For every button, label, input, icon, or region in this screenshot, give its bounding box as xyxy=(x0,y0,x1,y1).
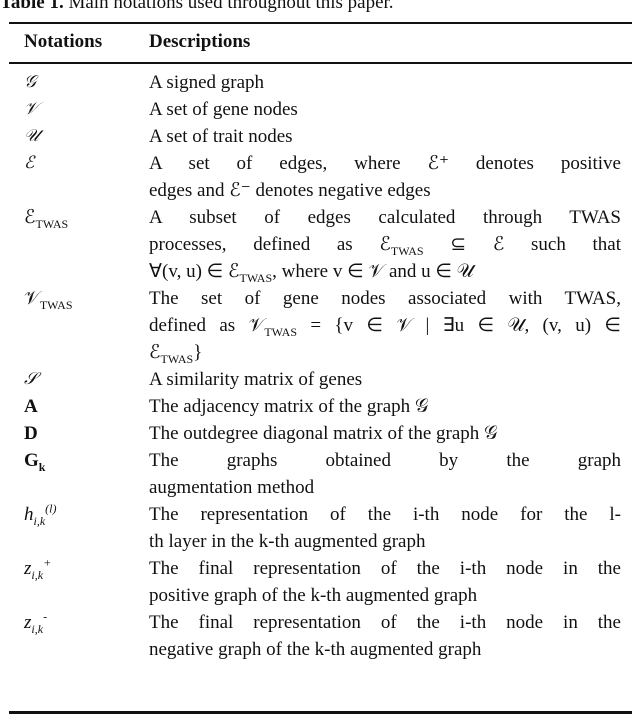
description-cell: The final representation of the i-th nod… xyxy=(149,558,621,606)
description-cell: The final representation of the i-th nod… xyxy=(149,612,621,660)
header-notations: Notations xyxy=(24,31,103,52)
table-row: A The adjacency matrix of the graph 𝒢 xyxy=(0,393,632,420)
header-rule xyxy=(9,62,632,64)
top-rule xyxy=(9,22,632,24)
notation-cell: A xyxy=(24,396,38,417)
table-row: Gk The graphs obtained by the graph augm… xyxy=(0,447,632,501)
table-row: 𝒮 A similarity matrix of genes xyxy=(0,366,632,393)
description-cell: The graphs obtained by the graph augment… xyxy=(149,450,621,498)
table-row: zi,k+ The final representation of the i-… xyxy=(0,555,632,609)
table-row: zi,k- The final representation of the i-… xyxy=(0,609,632,663)
notation-cell: 𝒢 xyxy=(24,72,37,92)
notation-cell: D xyxy=(24,423,38,444)
notation-cell: zi,k+ xyxy=(24,555,52,582)
description-cell: A set of edges, where ℰ⁺ denotes positiv… xyxy=(149,153,621,201)
description-cell: The set of gene nodes associated with TW… xyxy=(149,288,621,366)
description-cell: A similarity matrix of genes xyxy=(149,369,363,390)
notation-cell: ℰ xyxy=(24,153,35,173)
description-cell: A subset of edges calculated through TWA… xyxy=(149,207,621,285)
table-body: 𝒢 A signed graph 𝒱 A set of gene nodes 𝒰… xyxy=(0,69,632,663)
notation-cell: 𝒰 xyxy=(24,126,40,146)
description-cell: A set of gene nodes xyxy=(149,99,298,120)
table-caption: Table 1. Main notations used throughout … xyxy=(0,0,394,15)
caption-label: Table 1. xyxy=(0,0,64,13)
table-row: 𝒱TWAS The set of gene nodes associated w… xyxy=(0,285,632,366)
notation-cell: 𝒮 xyxy=(24,369,38,389)
notation-cell: ℰTWAS xyxy=(24,207,69,231)
description-cell: The adjacency matrix of the graph 𝒢 xyxy=(149,396,429,417)
bottom-rule xyxy=(9,711,632,714)
header-descriptions: Descriptions xyxy=(149,31,251,52)
notation-cell: zi,k- xyxy=(24,609,48,636)
notation-cell: hi,k(l) xyxy=(24,501,57,528)
table-row: hi,k(l) The representation of the i-th n… xyxy=(0,501,632,555)
table-header: Notations Descriptions xyxy=(0,30,632,58)
table-row: 𝒱 A set of gene nodes xyxy=(0,96,632,123)
notation-cell: 𝒱 xyxy=(24,99,39,119)
notation-cell: 𝒱TWAS xyxy=(24,288,73,312)
table-row: 𝒰 A set of trait nodes xyxy=(0,123,632,150)
caption-text: Main notations used throughout this pape… xyxy=(68,0,394,13)
description-cell: A signed graph xyxy=(149,72,265,93)
notation-cell: Gk xyxy=(24,450,46,474)
table-row: 𝒢 A signed graph xyxy=(0,69,632,96)
table-row: ℰTWAS A subset of edges calculated throu… xyxy=(0,204,632,285)
table-row: D The outdegree diagonal matrix of the g… xyxy=(0,420,632,447)
description-cell: The representation of the i-th node for … xyxy=(149,504,621,552)
description-cell: The outdegree diagonal matrix of the gra… xyxy=(149,423,498,444)
description-cell: A set of trait nodes xyxy=(149,126,293,147)
table-row: ℰ A set of edges, where ℰ⁺ denotes posit… xyxy=(0,150,632,204)
